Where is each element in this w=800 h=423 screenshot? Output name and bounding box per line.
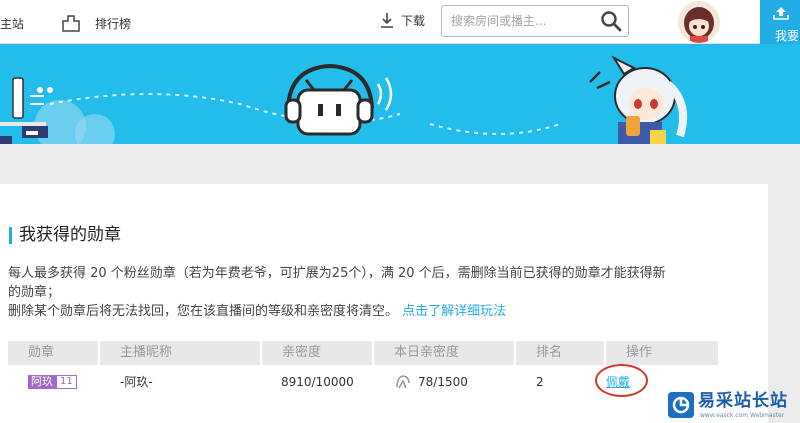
header-medal: 勋章 [8,341,98,365]
watermark-sub: www.easck.com Webmaster [700,412,785,419]
nav-main-link[interactable]: 主站 [0,16,24,32]
top-nav: 主站 排行榜 下载 我要 [0,0,800,46]
intimacy-value: 8910/10000 [281,375,354,389]
desc-line-2: 的勋章； [8,285,61,300]
desc-line-3-wrap: 删除某个勋章后将无法找回，您在该直播间的等级和亲密度将清空。 点击了解详细玩法 [8,302,730,321]
download-icon[interactable] [380,12,394,28]
fan-medal-badge: 阿玖 11 [28,375,77,389]
header-rank: 排名 [516,341,604,365]
broadcast-button[interactable]: 我要 [760,0,800,46]
desc-line-1: 每人最多获得 20 个粉丝勋章（若为年费老爷，可扩展为25个），满 20 个后，… [8,266,666,281]
intimacy-icon [396,375,410,389]
table-header: 勋章 主播昵称 亲密度 本日亲密度 排名 操作 [8,341,718,365]
panel-description: 每人最多获得 20 个粉丝勋章（若为年费老爷，可扩展为25个），满 20 个后，… [8,264,730,321]
nav-download-link[interactable]: 下载 [401,13,425,29]
header-action: 操作 [606,341,718,365]
search-input[interactable] [442,6,592,36]
panel-title: 我获得的勋章 [19,225,121,245]
streamer-name: -阿玖- [120,375,153,389]
title-accent-bar [9,227,12,244]
search-icon[interactable] [600,10,622,32]
banner-illustration [0,55,687,144]
today-intimacy-value: 78/1500 [418,375,468,389]
header-streamer: 主播昵称 [100,341,260,365]
medal-panel: 我获得的勋章 每人最多获得 20 个粉丝勋章（若为年费老爷，可扩展为25个），满… [0,184,768,423]
site-watermark: 易采站长站 www.easck.com Webmaster [664,387,800,423]
banner [0,44,800,144]
highlight-circle [595,364,648,397]
details-link[interactable]: 点击了解详细玩法 [402,304,506,319]
rank-value: 2 [536,375,544,389]
watermark-brand: 易采站长站 [698,391,788,411]
broadcast-label: 我要 [775,29,800,43]
user-avatar[interactable] [678,1,720,43]
watermark-logo-icon [668,392,694,418]
desc-line-3: 删除某个勋章后将无法找回，您在该直播间的等级和亲密度将清空。 [8,304,399,319]
header-intimacy: 亲密度 [262,341,372,365]
medal-level: 11 [56,375,77,389]
search-box [441,5,629,37]
ranking-icon[interactable] [62,15,80,32]
nav-ranking-link[interactable]: 排行榜 [95,16,131,32]
medal-name: 阿玖 [28,375,56,389]
header-today-intimacy: 本日亲密度 [374,341,514,365]
upload-icon [773,7,789,20]
